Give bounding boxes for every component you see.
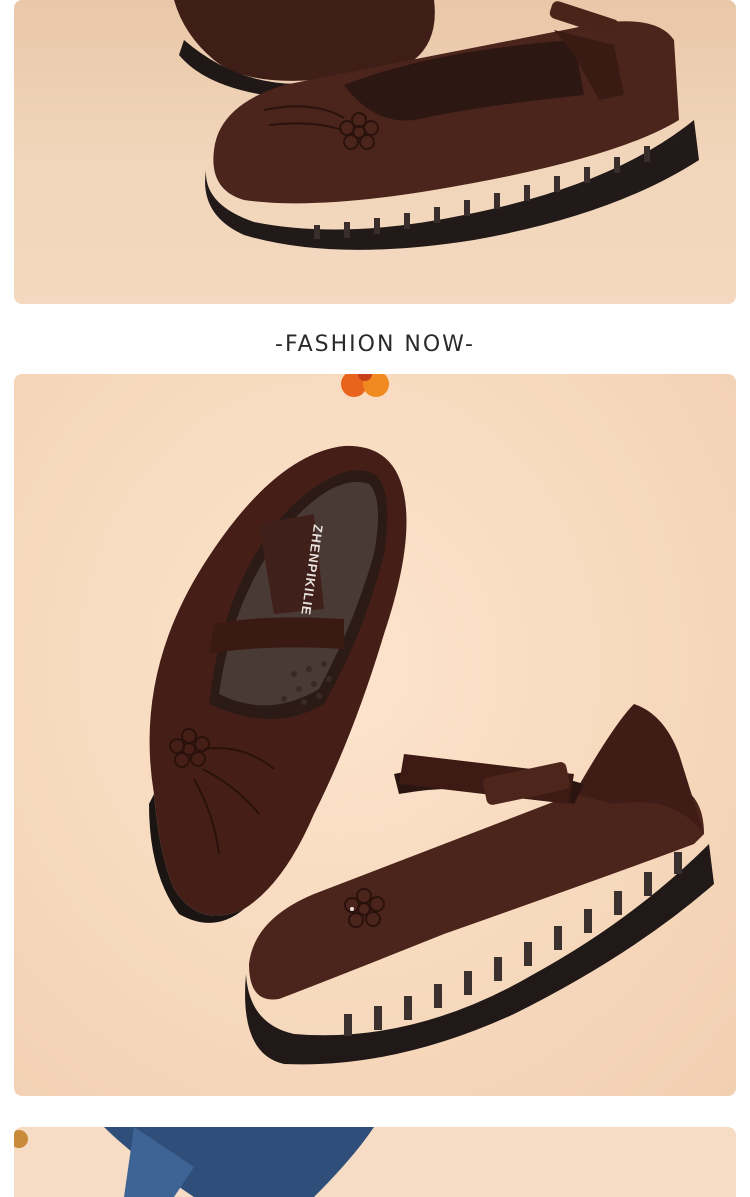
section-heading: -FASHION NOW- <box>275 332 475 357</box>
model-legs-illustration <box>14 1127 374 1197</box>
product-photo-bottom <box>14 1127 736 1197</box>
product-photo-main: ZHENPIKILIE <box>14 374 736 1096</box>
shoe-pair-illustration: ZHENPIKILIE <box>149 374 715 1065</box>
shoe-side-view-illustration <box>174 0 700 250</box>
decorative-fruit-icon <box>341 374 389 397</box>
product-photo-top <box>14 0 736 304</box>
